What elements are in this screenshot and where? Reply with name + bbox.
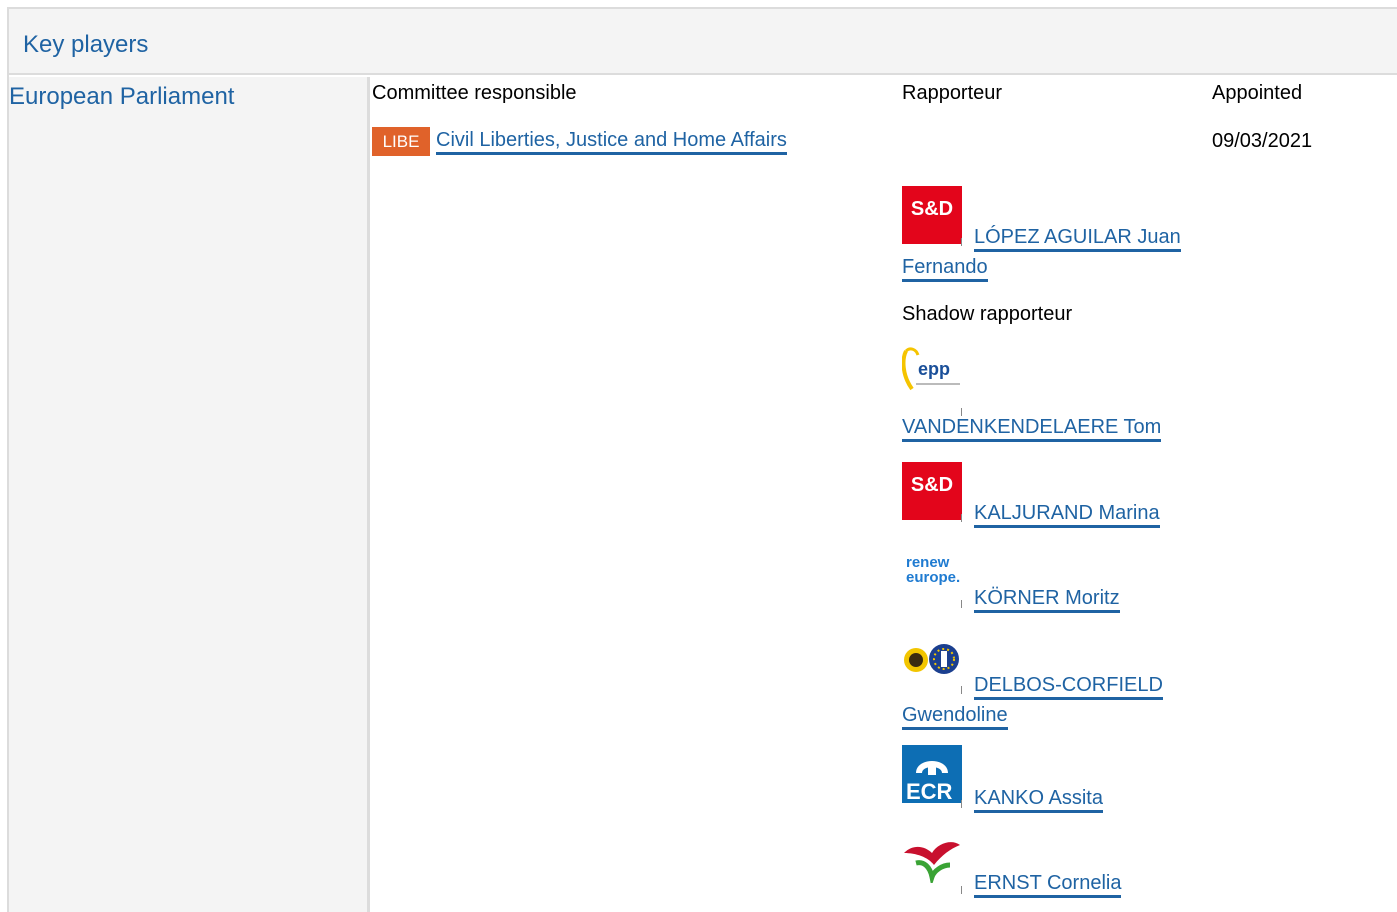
shadow-member-entry: VANDENKENDELAERE Tom xyxy=(902,416,1162,442)
appointed-date: 09/03/2021 xyxy=(1212,130,1313,152)
shadow-member-entry: ERNST Cornelia xyxy=(974,872,1122,898)
logo-separator xyxy=(961,408,962,416)
rapporteur-column-header: Rapporteur xyxy=(902,82,1003,104)
logo-separator xyxy=(961,800,962,808)
shadow-member-entry: DELBOS-CORFIELD Gwendoline xyxy=(902,670,1212,730)
shadow-member-link[interactable]: DELBOS-CORFIELD Gwendoline xyxy=(902,674,1163,730)
shadow-rapporteur-label: Shadow rapporteur xyxy=(902,303,1073,325)
rapporteur-entry: LÓPEZ AGUILAR Juan Fernando xyxy=(902,222,1212,282)
section-header: Key players xyxy=(9,9,1397,75)
epp-group-logo: epp xyxy=(901,345,962,397)
committee-row: Civil Liberties, Justice and Home Affair… xyxy=(436,129,787,155)
ecr-group-logo: ECR xyxy=(902,745,962,804)
ecr-lion-icon: ECR xyxy=(906,761,953,804)
renew-logo-line1: renew xyxy=(906,554,950,571)
shadow-member-link[interactable]: VANDENKENDELAERE Tom xyxy=(902,416,1162,442)
renew-group-logo: renew europe. xyxy=(902,547,962,605)
ecr-logo-text: ECR xyxy=(906,779,953,803)
institution-name: European Parliament xyxy=(9,83,235,110)
logo-separator xyxy=(961,886,962,894)
logo-separator xyxy=(961,600,962,608)
shadow-member-link[interactable]: KALJURAND Marina xyxy=(974,502,1160,528)
renew-logo-line2: europe. xyxy=(906,569,961,586)
shadow-member-link[interactable]: ERNST Cornelia xyxy=(974,872,1122,898)
committee-link[interactable]: Civil Liberties, Justice and Home Affair… xyxy=(436,129,787,155)
shadow-member-entry: KANKO Assita xyxy=(974,787,1103,813)
committee-code-badge: LIBE xyxy=(372,127,430,156)
logo-separator xyxy=(961,514,962,522)
committee-column-header: Committee responsible xyxy=(372,82,577,104)
sd-group-logo: S&D xyxy=(902,462,962,520)
rapporteur-link[interactable]: LÓPEZ AGUILAR Juan Fernando xyxy=(902,226,1181,282)
gue-ngl-icon xyxy=(904,842,960,887)
institution-column: European Parliament xyxy=(9,77,370,912)
shadow-member-link[interactable]: KÖRNER Moritz xyxy=(974,587,1120,613)
section-title: Key players xyxy=(23,31,149,58)
shadow-member-entry: KÖRNER Moritz xyxy=(974,587,1120,613)
epp-logo-text: epp xyxy=(918,359,950,379)
gue-ngl-group-logo xyxy=(902,835,962,887)
shadow-member-link[interactable]: KANKO Assita xyxy=(974,787,1103,813)
appointed-column-header: Appointed xyxy=(1212,82,1303,104)
shadow-member-entry: KALJURAND Marina xyxy=(974,502,1160,528)
epp-heart-icon: epp xyxy=(901,347,960,391)
